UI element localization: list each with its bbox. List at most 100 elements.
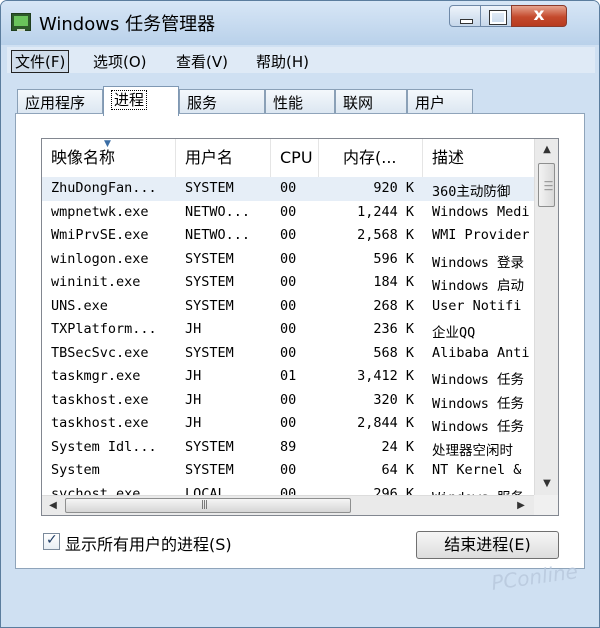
vertical-scrollbar[interactable]: ▲ — — — ▼ [534, 139, 558, 495]
process-image-name: wmpnetwk.exe [51, 203, 149, 220]
checkmark-icon: ✓ [46, 532, 58, 548]
process-cpu: 00 [280, 203, 297, 220]
window-title: Windows 任务管理器 [39, 14, 216, 35]
table-row[interactable]: taskhost.exe JH 00 2,844 K Windows 任务 [42, 412, 534, 436]
table-row[interactable]: TXPlatform... JH 00 236 K 企业QQ [42, 318, 534, 342]
table-row[interactable]: ZhuDongFan... SYSTEM 00 920 K 360主动防御 [42, 177, 534, 201]
table-row[interactable]: wmpnetwk.exe NETWO... 00 1,244 K Windows Med… [42, 201, 534, 225]
column-user-name[interactable]: 用户名 [176, 139, 271, 177]
column-image-name-label: 映像名称 [51, 148, 116, 167]
process-user-name: SYSTEM [185, 438, 234, 455]
process-memory: 568 K [373, 344, 414, 361]
process-image-name: System [51, 462, 100, 478]
column-description[interactable]: 描述 [423, 139, 534, 177]
tab-networking[interactable]: 联网 [335, 89, 407, 114]
table-row[interactable]: taskhost.exe JH 00 320 K Windows 任务 [42, 389, 534, 413]
menu-view[interactable]: 查看(V) [172, 50, 232, 73]
process-memory: 268 K [373, 297, 414, 314]
column-cpu[interactable]: CPU [271, 139, 319, 177]
process-user-name: SYSTEM [185, 274, 234, 290]
process-image-name: taskmgr.exe [51, 368, 141, 384]
minimize-button[interactable] [449, 5, 481, 27]
menu-bar: 文件(F) 选项(O) 查看(V) 帮助(H) [7, 47, 595, 73]
grip-icon: — — — [544, 177, 553, 195]
tab-services[interactable]: 服务 [179, 89, 265, 114]
close-button[interactable]: x [511, 5, 567, 27]
show-all-users-label[interactable]: 显示所有用户的进程(S) [65, 531, 232, 555]
process-description: WMI Provider [432, 227, 530, 243]
process-memory: 296 K [373, 485, 414, 496]
process-description: Windows 任务 [432, 419, 525, 435]
process-list[interactable]: 映像名称 ▼ 用户名 CPU 内存(... 描述 ZhuDongFan... SY… [41, 138, 559, 516]
column-header: 映像名称 ▼ 用户名 CPU 内存(... 描述 [42, 139, 534, 178]
menu-file[interactable]: 文件(F) [11, 50, 70, 73]
end-process-button[interactable]: 结束进程(E) [416, 531, 559, 559]
title-bar[interactable]: Windows 任务管理器 x [1, 1, 599, 45]
table-row[interactable]: wininit.exe SYSTEM 00 184 K Windows 启动 [42, 271, 534, 295]
process-cpu: 89 [280, 438, 297, 455]
process-image-name: WmiPrvSE.exe [51, 227, 149, 243]
process-description: Alibaba Anti [432, 344, 530, 361]
menu-help[interactable]: 帮助(H) [252, 50, 313, 73]
status-bar [1, 597, 599, 627]
process-cpu: 00 [280, 227, 297, 243]
process-cpu: 00 [280, 415, 297, 431]
scroll-up-icon[interactable]: ▲ [535, 139, 558, 161]
task-manager-icon [11, 13, 31, 31]
vertical-scroll-thumb[interactable]: — — — [538, 163, 555, 207]
process-description: User Notifi [432, 297, 522, 314]
process-cpu: 00 [280, 297, 297, 314]
process-description: 处理器空闲时 [432, 442, 513, 459]
process-rows: ZhuDongFan... SYSTEM 00 920 K 360主动防御 wmpnetw… [42, 177, 534, 495]
column-image-name[interactable]: 映像名称 ▼ [42, 139, 176, 177]
process-user-name: JH [185, 415, 202, 431]
tab-applications[interactable]: 应用程序 [17, 89, 103, 114]
process-memory: 920 K [373, 180, 414, 196]
process-description: NT Kernel & [432, 462, 522, 478]
column-memory[interactable]: 内存(... [319, 139, 423, 177]
table-row[interactable]: winlogon.exe SYSTEM 00 596 K Windows 登录 [42, 248, 534, 272]
table-row[interactable]: TBSecSvc.exe SYSTEM 00 568 K Alibaba Anti [42, 342, 534, 366]
horizontal-scrollbar[interactable]: ◀ ||| ▶ [42, 495, 534, 515]
process-memory: 2,844 K [357, 415, 414, 431]
tab-performance[interactable]: 性能 [265, 89, 335, 114]
process-description: Windows 启动 [432, 278, 525, 294]
process-user-name: SYSTEM [185, 250, 234, 267]
scroll-right-icon[interactable]: ▶ [510, 496, 532, 515]
table-row[interactable]: svchost.exe LOCAL... 00 296 K Windows 服务 [42, 483, 534, 496]
menu-options[interactable]: 选项(O) [89, 50, 151, 73]
tab-processes[interactable]: 进程 [103, 86, 179, 116]
horizontal-scroll-thumb[interactable]: ||| [65, 498, 351, 513]
grip-icon: ||| [201, 500, 208, 510]
maximize-button[interactable] [480, 5, 512, 27]
process-user-name: JH [185, 321, 202, 337]
process-user-name: NETWO... [185, 227, 251, 243]
process-user-name: SYSTEM [185, 180, 234, 196]
process-memory: 64 K [381, 462, 414, 478]
process-memory: 184 K [373, 274, 414, 290]
table-row[interactable]: UNS.exe SYSTEM 00 268 K User Notifi [42, 295, 534, 319]
process-cpu: 00 [280, 344, 297, 361]
process-image-name: System Idl... [51, 438, 157, 455]
process-description: Windows 任务 [432, 372, 525, 388]
table-row[interactable]: System Idl... SYSTEM 89 24 K 处理器空闲时 [42, 436, 534, 460]
show-all-users-checkbox[interactable]: ✓ [43, 532, 60, 550]
process-user-name: NETWO... [185, 203, 251, 220]
task-manager-window: Windows 任务管理器 x 文件(F) 选项(O) 查看(V) 帮助(H) … [0, 0, 600, 628]
scroll-down-icon[interactable]: ▼ [535, 473, 558, 495]
table-row[interactable]: System SYSTEM 00 64 K NT Kernel & [42, 459, 534, 483]
tab-users[interactable]: 用户 [407, 89, 473, 114]
process-description: Windows 登录 [432, 254, 525, 271]
process-user-name: SYSTEM [185, 344, 234, 361]
process-memory: 596 K [373, 250, 414, 267]
process-image-name: taskhost.exe [51, 391, 149, 408]
table-row[interactable]: taskmgr.exe JH 01 3,412 K Windows 任务 [42, 365, 534, 389]
process-cpu: 01 [280, 368, 297, 384]
process-cpu: 00 [280, 274, 297, 290]
process-user-name: LOCAL... [185, 485, 251, 496]
table-row[interactable]: WmiPrvSE.exe NETWO... 00 2,568 K WMI Provide… [42, 224, 534, 248]
process-image-name: TBSecSvc.exe [51, 344, 149, 361]
scroll-left-icon[interactable]: ◀ [42, 496, 64, 515]
process-user-name: SYSTEM [185, 462, 234, 478]
process-user-name: JH [185, 368, 202, 384]
